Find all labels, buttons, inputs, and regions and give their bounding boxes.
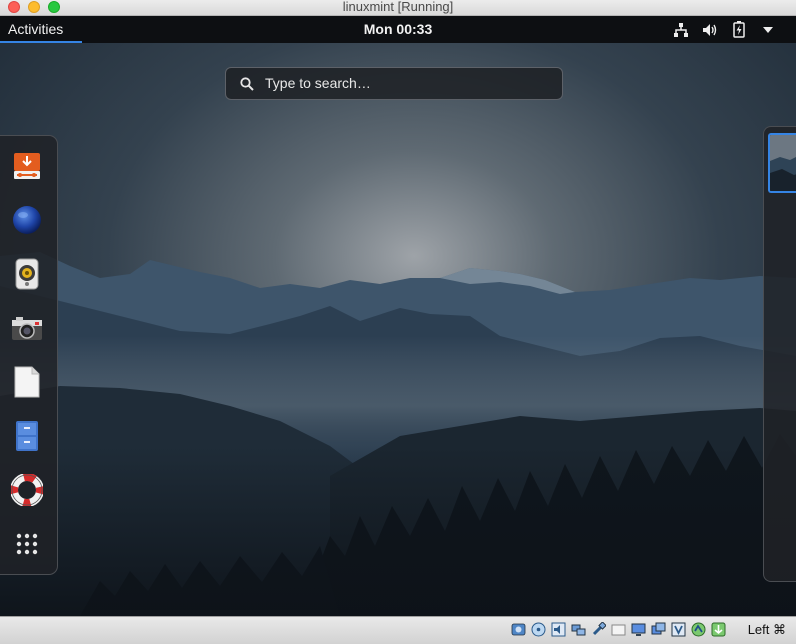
audio-icon[interactable] xyxy=(550,621,567,638)
guest-desktop: Activities Mon 00:33 Type to search… xyxy=(0,16,796,616)
download-box-icon xyxy=(14,153,40,179)
dash-item-help[interactable] xyxy=(0,465,54,515)
dash xyxy=(0,135,58,575)
clock-button[interactable]: Mon 00:33 xyxy=(364,21,432,37)
lifebuoy-icon xyxy=(11,474,43,506)
shared-folders-icon[interactable] xyxy=(610,621,627,638)
battery-charging-icon[interactable] xyxy=(724,16,753,43)
activities-button[interactable]: Activities xyxy=(0,16,71,43)
mouse-integration-icon[interactable] xyxy=(690,621,707,638)
host-key-indicator[interactable]: Left ⌘ xyxy=(748,617,786,642)
app-grid-icon xyxy=(16,533,38,555)
dash-item-software-installer[interactable] xyxy=(0,141,54,191)
cpu-icon[interactable] xyxy=(670,621,687,638)
globe-icon xyxy=(13,206,41,234)
usb-icon[interactable] xyxy=(590,621,607,638)
dash-item-file-manager[interactable] xyxy=(0,411,54,461)
display-icon[interactable] xyxy=(630,621,647,638)
window-title: linuxmint [Running] xyxy=(342,0,454,14)
dash-item-text-editor[interactable] xyxy=(0,357,54,407)
search-icon xyxy=(240,77,254,91)
workspace-thumbnail[interactable] xyxy=(768,133,796,193)
volume-icon[interactable] xyxy=(695,16,724,43)
keyboard-capture-icon[interactable] xyxy=(710,621,727,638)
workspace-switcher xyxy=(763,126,796,582)
workspace-thumbnail-preview xyxy=(770,135,796,191)
search-entry[interactable]: Type to search… xyxy=(225,67,563,100)
optical-disc-icon[interactable] xyxy=(530,621,547,638)
activities-active-indicator xyxy=(0,41,82,43)
dash-item-music-player[interactable] xyxy=(0,249,54,299)
file-cabinet-icon xyxy=(16,421,38,451)
activities-label: Activities xyxy=(8,21,64,37)
dash-item-web-browser[interactable] xyxy=(0,195,54,245)
vbox-status-icons xyxy=(510,621,727,638)
system-tray[interactable] xyxy=(666,16,782,43)
camera-icon xyxy=(12,317,42,340)
window-titlebar[interactable]: linuxmint [Running] xyxy=(0,0,796,16)
mountain-wallpaper xyxy=(0,16,796,616)
vbox-status-bar: Left ⌘ xyxy=(0,616,796,644)
search-placeholder: Type to search… xyxy=(265,75,371,91)
system-menu-arrow-icon[interactable] xyxy=(753,16,782,43)
show-applications-button[interactable] xyxy=(0,519,54,569)
gnome-top-bar: Activities Mon 00:33 xyxy=(0,16,796,43)
network-wired-icon[interactable] xyxy=(666,16,695,43)
dash-item-screenshot[interactable] xyxy=(0,303,54,353)
recording-icon[interactable] xyxy=(650,621,667,638)
document-icon xyxy=(14,366,40,398)
network-icon[interactable] xyxy=(570,621,587,638)
hard-disk-icon[interactable] xyxy=(510,621,527,638)
speaker-icon xyxy=(15,258,39,290)
